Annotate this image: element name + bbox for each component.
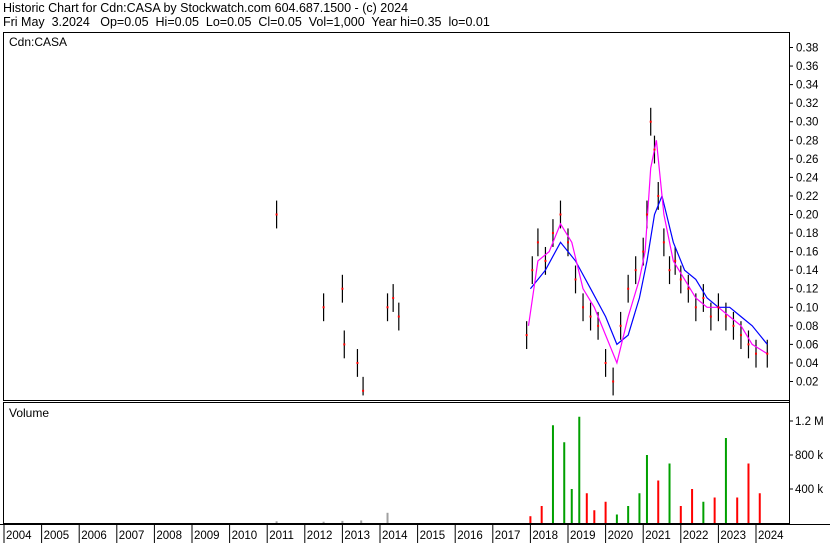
price-panel: [3, 32, 790, 401]
close-point: [645, 213, 648, 216]
close-point: [657, 194, 660, 197]
close-point: [589, 315, 592, 318]
price-axis: 0.38 0.36 0.34 0.32 0.30 0.28 0.26 0.24 0.22 0.20…: [789, 43, 819, 389]
price-tick-label: 0.06: [796, 339, 818, 351]
close-point: [649, 120, 652, 123]
close-point: [582, 306, 585, 309]
close-point: [653, 148, 656, 151]
year-label: 2005: [44, 530, 70, 542]
volume-panel-label: Volume: [9, 406, 49, 420]
close-point: [397, 315, 400, 318]
year-label: 2020: [608, 530, 634, 542]
year-label: 2021: [645, 530, 671, 542]
close-point: [362, 389, 365, 392]
year-label: 2004: [6, 530, 32, 542]
close-point: [694, 306, 697, 309]
close-point: [343, 343, 346, 346]
price-tick-label: 0.10: [796, 302, 818, 314]
close-point: [724, 315, 727, 318]
price-tick-label: 0.14: [796, 265, 819, 277]
price-tick-label: 0.24: [796, 172, 819, 184]
close-point: [531, 269, 534, 272]
year-label: 2024: [758, 530, 784, 542]
year-label: 2010: [232, 530, 258, 542]
close-point: [597, 324, 600, 327]
close-point: [668, 269, 671, 272]
stock-chart: Cdn:CASA Volume 0.38 0.36 0.34 0.32 0.30 0.28…: [0, 32, 830, 543]
close-point: [574, 278, 577, 281]
close-point: [732, 324, 735, 327]
close-point: [604, 361, 607, 364]
close-point: [717, 306, 720, 309]
price-tick-label: 0.26: [796, 154, 818, 166]
year-label: 2019: [570, 530, 596, 542]
price-tick-label: 0.12: [796, 284, 818, 296]
year-label: 2016: [457, 530, 483, 542]
close-point: [702, 297, 705, 299]
close-point: [747, 343, 750, 346]
close-point: [275, 213, 278, 216]
year-label: 2022: [683, 530, 709, 542]
year-label: 2008: [156, 530, 182, 542]
close-point: [544, 259, 547, 262]
close-point: [612, 380, 615, 383]
year-label: 2007: [119, 530, 145, 542]
close-point: [739, 334, 742, 337]
price-tick-label: 0.02: [796, 377, 818, 389]
year-label: 2017: [495, 530, 521, 542]
close-point: [567, 241, 569, 244]
year-label: 2023: [720, 530, 746, 542]
volume-tick-label: 1.2 M: [795, 416, 824, 428]
volume-panel: [3, 402, 790, 524]
date-axis: 2004 2005 2006 2007 2008 2009 2010 2011 2012 2013…: [3, 524, 784, 543]
ma-long-line: [529, 193, 768, 346]
price-tick-label: 0.32: [796, 98, 818, 110]
price-tick-label: 0.22: [796, 191, 818, 203]
close-point: [392, 297, 395, 299]
price-tick-label: 0.36: [796, 61, 818, 73]
close-point: [356, 361, 359, 364]
year-label: 2011: [269, 530, 294, 542]
volume-tick-label: 400 k: [795, 484, 823, 496]
close-point: [679, 278, 682, 281]
price-tick-label: 0.34: [796, 80, 819, 92]
close-point: [662, 241, 665, 244]
year-label: 2009: [194, 530, 220, 542]
volume-axis: 1.2 M 800 k 400 k: [789, 416, 824, 496]
close-point: [536, 241, 539, 244]
close-point: [687, 287, 690, 290]
close-point: [386, 306, 389, 309]
close-point: [559, 213, 562, 216]
year-label: 2012: [307, 530, 333, 542]
volume-bars: [275, 416, 761, 523]
close-point: [627, 287, 630, 290]
close-point: [709, 315, 712, 318]
price-tick-label: 0.08: [796, 321, 818, 333]
close-point: [551, 232, 554, 235]
price-panel-label: Cdn:CASA: [9, 35, 67, 49]
year-label: 2006: [81, 530, 107, 542]
price-tick-label: 0.16: [796, 247, 818, 259]
price-tick-label: 0.18: [796, 228, 818, 240]
close-point: [525, 334, 528, 337]
volume-tick-label: 800 k: [795, 450, 823, 462]
year-label: 2018: [532, 530, 558, 542]
close-point: [766, 352, 769, 355]
price-tick-label: 0.04: [796, 358, 819, 370]
price-series: [275, 107, 769, 396]
close-point: [341, 287, 344, 290]
close-point: [322, 306, 325, 309]
close-point: [619, 324, 622, 327]
price-tick-label: 0.30: [796, 117, 818, 129]
year-label: 2015: [420, 530, 446, 542]
close-point: [674, 259, 677, 262]
close-point: [642, 250, 645, 253]
price-tick-label: 0.38: [796, 43, 818, 55]
price-tick-label: 0.20: [796, 210, 818, 222]
year-label: 2014: [382, 530, 408, 542]
price-tick-label: 0.28: [796, 135, 818, 147]
year-label: 2013: [344, 530, 370, 542]
close-point: [634, 269, 637, 272]
close-point: [755, 352, 757, 355]
